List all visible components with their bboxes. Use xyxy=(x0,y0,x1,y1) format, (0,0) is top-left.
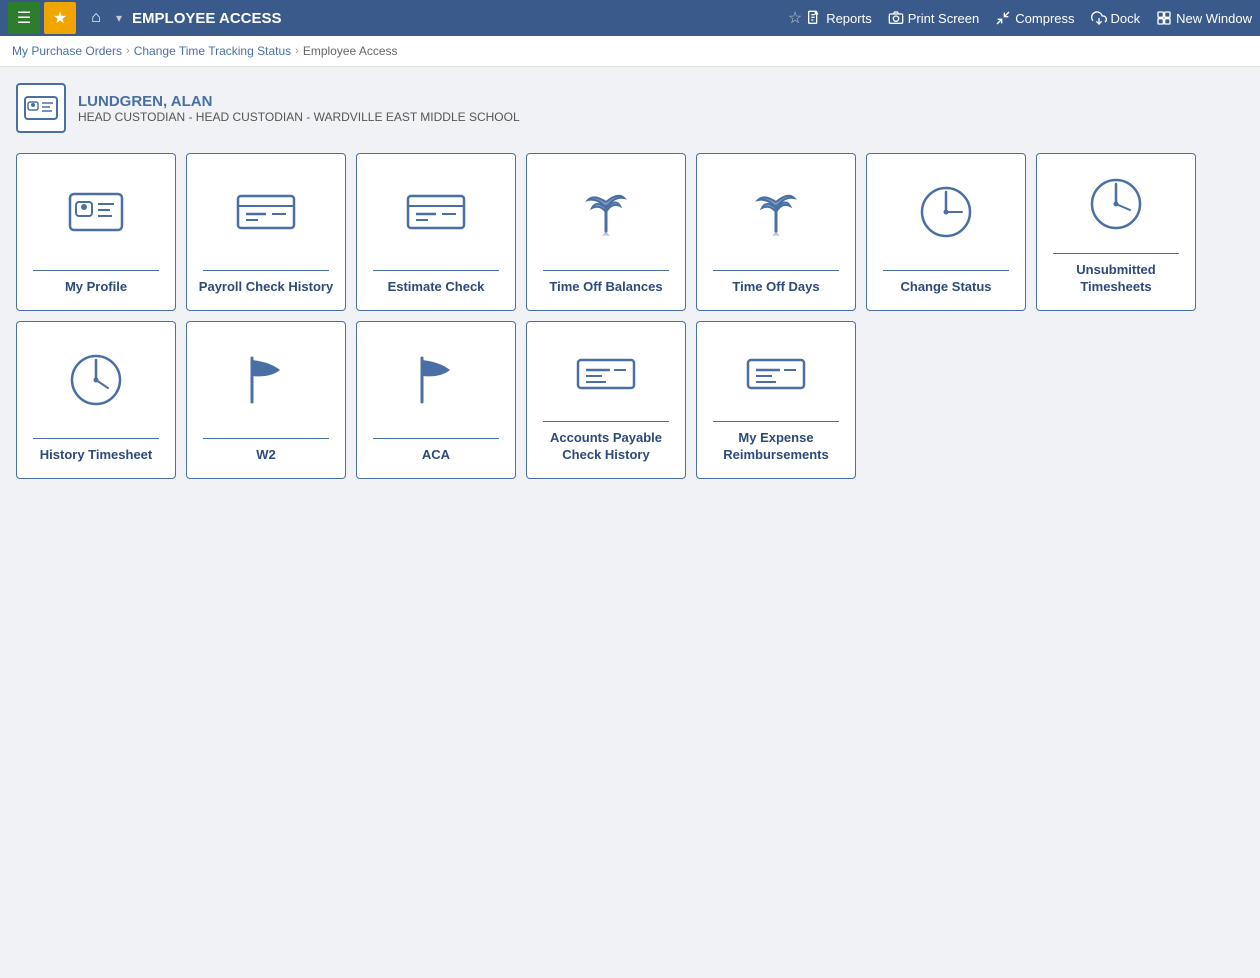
breadcrumb-current: Employee Access xyxy=(303,44,398,58)
topbar: ☰ ★ ⌂ ▾ EMPLOYEE ACCESS ☆ Reports Print … xyxy=(0,0,1260,36)
tile-icon-aca xyxy=(400,322,472,438)
print-screen-button[interactable]: Print Screen xyxy=(888,10,980,26)
compress-button[interactable]: Compress xyxy=(995,10,1074,26)
tile-aca[interactable]: ACA xyxy=(356,321,516,479)
tile-divider xyxy=(713,270,839,271)
tile-grid: My Profile Payroll Check History xyxy=(16,153,1244,479)
tile-divider xyxy=(373,270,499,271)
tile-history-timesheet[interactable]: History Timesheet xyxy=(16,321,176,479)
nav-chevron[interactable]: ▾ xyxy=(116,11,122,25)
tile-label-payroll: Payroll Check History xyxy=(191,279,341,296)
tile-divider xyxy=(543,270,669,271)
tile-time-off-balances[interactable]: Time Off Balances xyxy=(526,153,686,311)
breadcrumb-sep-2: › xyxy=(295,45,299,57)
tile-label-history: History Timesheet xyxy=(32,447,160,464)
topbar-actions: Reports Print Screen Compress Dock New W… xyxy=(806,10,1252,26)
bookmark-icon[interactable]: ☆ xyxy=(788,8,802,28)
avatar xyxy=(16,83,66,133)
user-name: LUNDGREN, ALAN xyxy=(78,93,520,110)
tile-divider xyxy=(543,421,669,422)
tile-estimate-check[interactable]: Estimate Check xyxy=(356,153,516,311)
tile-time-off-days[interactable]: Time Off Days xyxy=(696,153,856,311)
reports-button[interactable]: Reports xyxy=(806,10,872,26)
tile-icon-estimate xyxy=(400,154,472,270)
tile-label-change-status: Change Status xyxy=(892,279,999,296)
compress-icon xyxy=(995,10,1011,26)
main-content: LUNDGREN, ALAN HEAD CUSTODIAN - HEAD CUS… xyxy=(0,67,1260,495)
tile-divider xyxy=(1053,253,1179,254)
new-window-button[interactable]: New Window xyxy=(1156,10,1252,26)
tile-divider xyxy=(33,270,159,271)
tile-label-accounts-payable: Accounts Payable Check History xyxy=(527,430,685,464)
tile-unsubmitted-timesheets[interactable]: Unsubmitted Timesheets xyxy=(1036,153,1196,311)
tile-my-expense[interactable]: My Expense Reimbursements xyxy=(696,321,856,479)
tile-icon-accounts-payable xyxy=(570,322,642,421)
tile-icon-w2 xyxy=(230,322,302,438)
tile-label-time-off-balances: Time Off Balances xyxy=(541,279,670,296)
tile-divider xyxy=(203,270,329,271)
tile-divider xyxy=(883,270,1009,271)
tile-icon-payroll xyxy=(230,154,302,270)
user-header: LUNDGREN, ALAN HEAD CUSTODIAN - HEAD CUS… xyxy=(16,83,1244,133)
user-info: LUNDGREN, ALAN HEAD CUSTODIAN - HEAD CUS… xyxy=(78,93,520,124)
tile-label-unsubmitted: Unsubmitted Timesheets xyxy=(1037,262,1195,296)
tile-change-status[interactable]: Change Status xyxy=(866,153,1026,311)
user-job-title: HEAD CUSTODIAN - HEAD CUSTODIAN - WARDVI… xyxy=(78,110,520,124)
tile-label-estimate: Estimate Check xyxy=(380,279,493,296)
tile-w2[interactable]: W2 xyxy=(186,321,346,479)
tile-icon-history xyxy=(60,322,132,438)
tile-label-expense: My Expense Reimbursements xyxy=(697,430,855,464)
tile-icon-expense xyxy=(740,322,812,421)
tile-label-time-off-days: Time Off Days xyxy=(724,279,827,296)
newwindow-icon xyxy=(1156,10,1172,26)
tile-divider xyxy=(713,421,839,422)
tile-divider xyxy=(373,438,499,439)
tile-divider xyxy=(33,438,159,439)
breadcrumb-sep-1: › xyxy=(126,45,130,57)
tile-label-w2: W2 xyxy=(248,447,284,464)
favorites-button[interactable]: ★ xyxy=(44,2,76,34)
breadcrumb-item-1[interactable]: My Purchase Orders xyxy=(12,44,122,58)
tile-label-aca: ACA xyxy=(414,447,458,464)
tile-label-my-profile: My Profile xyxy=(57,279,135,296)
tile-accounts-payable[interactable]: Accounts Payable Check History xyxy=(526,321,686,479)
tile-divider xyxy=(203,438,329,439)
tile-icon-time-off-balances xyxy=(570,154,642,270)
tile-icon-change-status xyxy=(910,154,982,270)
avatar-icon xyxy=(22,89,60,127)
dock-button[interactable]: Dock xyxy=(1091,10,1141,26)
home-button[interactable]: ⌂ xyxy=(80,2,112,34)
page-title: EMPLOYEE ACCESS xyxy=(132,10,780,27)
breadcrumb-item-2[interactable]: Change Time Tracking Status xyxy=(134,44,291,58)
menu-button[interactable]: ☰ xyxy=(8,2,40,34)
tile-icon-time-off-days xyxy=(740,154,812,270)
dock-icon xyxy=(1091,10,1107,26)
breadcrumb: My Purchase Orders › Change Time Trackin… xyxy=(0,36,1260,67)
tile-payroll-check-history[interactable]: Payroll Check History xyxy=(186,153,346,311)
camera-icon xyxy=(888,10,904,26)
tile-icon-my-profile xyxy=(60,154,132,270)
tile-icon-unsubmitted xyxy=(1080,154,1152,253)
tile-my-profile[interactable]: My Profile xyxy=(16,153,176,311)
document-icon xyxy=(806,10,822,26)
